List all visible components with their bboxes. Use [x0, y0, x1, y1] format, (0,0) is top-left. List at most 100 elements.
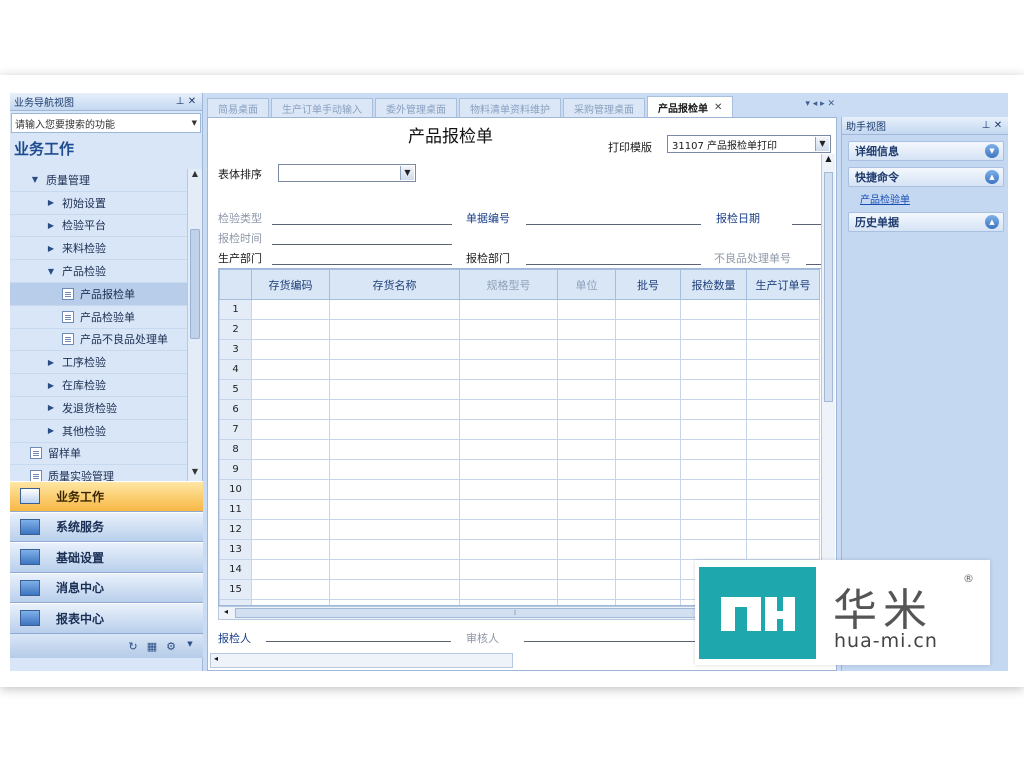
- inspect-type-field[interactable]: [272, 224, 452, 225]
- grid-cell[interactable]: [251, 539, 330, 560]
- form-vscrollbar[interactable]: ▲: [821, 154, 835, 614]
- grid-cell[interactable]: [615, 399, 681, 420]
- grid-cell[interactable]: [557, 339, 616, 360]
- collapsed-arrow-icon[interactable]: ▶: [46, 403, 56, 412]
- grid-cell[interactable]: [459, 499, 558, 520]
- grid-cell[interactable]: [557, 359, 616, 380]
- document-tab[interactable]: 生产订单手动输入: [271, 98, 373, 117]
- nav-tree-item[interactable]: ▶ 工序检验: [10, 351, 188, 375]
- grid-column-header[interactable]: 报检数量: [680, 269, 747, 300]
- grid-icon[interactable]: ▦: [145, 640, 159, 653]
- grid-cell[interactable]: [557, 459, 616, 480]
- report-date-field[interactable]: [792, 224, 822, 225]
- grid-cell[interactable]: [329, 579, 460, 600]
- grid-cell[interactable]: [615, 379, 681, 400]
- grid-cell[interactable]: [329, 539, 460, 560]
- nav-section-button[interactable]: 基础设置: [10, 542, 203, 573]
- nav-tree-item[interactable]: 产品检验单: [10, 306, 188, 329]
- table-row[interactable]: 7: [219, 419, 820, 440]
- grid-cell[interactable]: [459, 339, 558, 360]
- table-row[interactable]: 6: [219, 399, 820, 420]
- grid-cell[interactable]: [680, 499, 747, 520]
- chevron-down-icon[interactable]: ▼: [815, 137, 829, 151]
- grid-cell[interactable]: [251, 379, 330, 400]
- nav-section-button[interactable]: 报表中心: [10, 603, 203, 634]
- grid-cell[interactable]: [459, 379, 558, 400]
- grid-column-header[interactable]: 生产订单号: [746, 269, 820, 300]
- nav-tree-item[interactable]: ▶ 其他检验: [10, 420, 188, 443]
- grid-cell[interactable]: [680, 299, 747, 320]
- grid-cell[interactable]: [459, 579, 558, 600]
- table-row[interactable]: 9: [219, 459, 820, 480]
- grid-cell[interactable]: [329, 519, 460, 540]
- grid-cell[interactable]: [615, 539, 681, 560]
- chevron-up-icon[interactable]: ▲: [985, 215, 999, 229]
- grid-cell[interactable]: [459, 319, 558, 340]
- grid-cell[interactable]: [251, 479, 330, 500]
- print-template-select[interactable]: 31107 产品报检单打印 ▼: [667, 135, 831, 153]
- nav-tree-item[interactable]: ▶ 检验平台: [10, 215, 188, 238]
- report-dept-field[interactable]: [526, 264, 701, 265]
- grid-cell[interactable]: [557, 479, 616, 500]
- pin-icon[interactable]: ⊥: [174, 96, 186, 107]
- grid-cell[interactable]: [615, 559, 681, 580]
- table-row[interactable]: 5: [219, 379, 820, 400]
- grid-cell[interactable]: [680, 319, 747, 340]
- grid-cell[interactable]: [557, 319, 616, 340]
- grid-cell[interactable]: [680, 539, 747, 560]
- grid-cell[interactable]: [615, 339, 681, 360]
- grid-cell[interactable]: [746, 419, 820, 440]
- document-tab[interactable]: 采购管理桌面: [563, 98, 645, 117]
- grid-cell[interactable]: [557, 379, 616, 400]
- grid-cell[interactable]: [615, 499, 681, 520]
- grid-column-header[interactable]: 存货编码: [251, 269, 330, 300]
- table-row[interactable]: 11: [219, 499, 820, 520]
- chevron-down-icon[interactable]: ▼: [183, 640, 197, 652]
- expanded-arrow-icon[interactable]: ▼: [30, 175, 40, 184]
- grid-cell[interactable]: [557, 499, 616, 520]
- form-hscrollbar[interactable]: ◂: [210, 653, 513, 668]
- grid-cell[interactable]: [746, 319, 820, 340]
- document-tab[interactable]: 物料清单资料维护: [459, 98, 561, 117]
- grid-cell[interactable]: [680, 519, 747, 540]
- grid-cell[interactable]: [746, 479, 820, 500]
- grid-cell[interactable]: [615, 439, 681, 460]
- grid-column-header[interactable]: 存货名称: [329, 269, 460, 300]
- detail-info-section[interactable]: 详细信息 ▼: [848, 141, 1004, 161]
- collapsed-arrow-icon[interactable]: ▶: [46, 426, 56, 435]
- grid-cell[interactable]: [557, 399, 616, 420]
- nav-section-button[interactable]: 系统服务: [10, 511, 203, 542]
- grid-cell[interactable]: [746, 459, 820, 480]
- grid-cell[interactable]: [459, 539, 558, 560]
- nav-section-button[interactable]: 业务工作: [10, 481, 203, 512]
- grid-cell[interactable]: [251, 399, 330, 420]
- grid-cell[interactable]: [251, 579, 330, 600]
- grid-cell[interactable]: [615, 299, 681, 320]
- grid-cell[interactable]: [251, 439, 330, 460]
- report-time-field[interactable]: [272, 244, 452, 245]
- close-icon[interactable]: ✕: [992, 120, 1004, 131]
- grid-cell[interactable]: [746, 499, 820, 520]
- scroll-down-icon[interactable]: ▼: [188, 467, 202, 481]
- grid-cell[interactable]: [329, 399, 460, 420]
- grid-cell[interactable]: [329, 479, 460, 500]
- grid-cell[interactable]: [251, 559, 330, 580]
- grid-cell[interactable]: [615, 579, 681, 600]
- grid-column-header[interactable]: 规格型号: [459, 269, 558, 300]
- pin-icon[interactable]: ⊥: [980, 120, 992, 131]
- grid-cell[interactable]: [329, 499, 460, 520]
- grid-cell[interactable]: [557, 559, 616, 580]
- grid-column-header[interactable]: 批号: [615, 269, 681, 300]
- grid-cell[interactable]: [459, 399, 558, 420]
- table-row[interactable]: 3: [219, 339, 820, 360]
- grid-cell[interactable]: [459, 359, 558, 380]
- chevron-down-icon[interactable]: ▼: [192, 119, 197, 127]
- grid-cell[interactable]: [746, 359, 820, 380]
- table-row[interactable]: 8: [219, 439, 820, 460]
- reporter-field[interactable]: [266, 641, 451, 642]
- grid-cell[interactable]: [557, 539, 616, 560]
- grid-cell[interactable]: [680, 339, 747, 360]
- close-icon[interactable]: ✕: [186, 96, 198, 107]
- nav-tree-item[interactable]: ▶ 来料检验: [10, 237, 188, 261]
- grid-cell[interactable]: [329, 299, 460, 320]
